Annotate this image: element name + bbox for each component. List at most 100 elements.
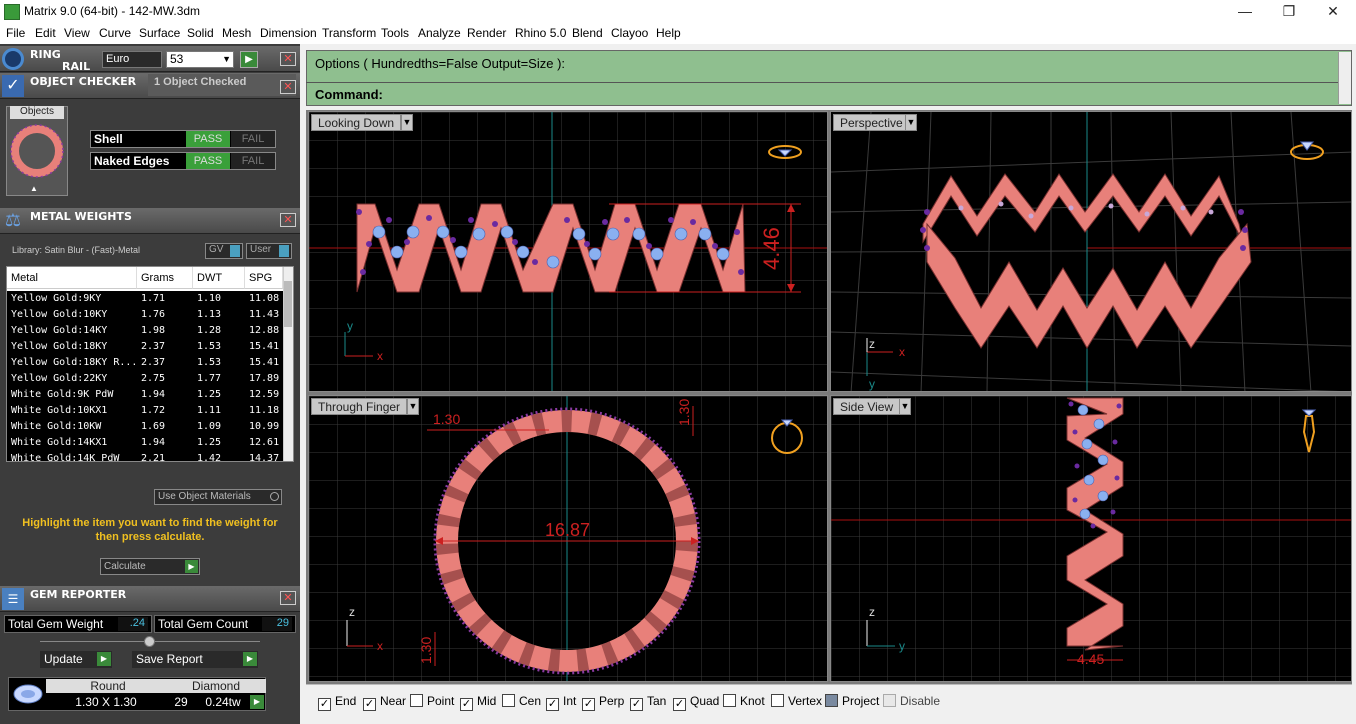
table-row[interactable]: White Gold:9K PdW 1.94 1.25 12.59 bbox=[7, 387, 283, 403]
chevron-down-icon[interactable]: ▼ bbox=[407, 398, 419, 415]
table-row[interactable]: White Gold:14KX1 1.94 1.25 12.61 bbox=[7, 435, 283, 451]
osnap-perp[interactable]: ✓ Perp bbox=[582, 694, 624, 711]
metal-weights-close-icon[interactable]: ✕ bbox=[280, 213, 296, 227]
perspective-canvas[interactable]: z y x bbox=[831, 112, 1352, 392]
viewport-perspective[interactable]: z y x Perspective ▼ bbox=[830, 111, 1352, 392]
table-row[interactable]: Yellow Gold:22KY 2.75 1.77 17.89 bbox=[7, 371, 283, 387]
checkbox-disable[interactable] bbox=[883, 694, 896, 707]
checkbox-tan[interactable]: ✓ bbox=[630, 698, 643, 711]
viewport-label-looking-down[interactable]: Looking Down bbox=[311, 114, 402, 131]
osnap-quad-label: Quad bbox=[690, 694, 720, 708]
viewport-label-side-view[interactable]: Side View bbox=[833, 398, 901, 415]
checkbox-mid[interactable]: ✓ bbox=[460, 698, 473, 711]
column-header-grams[interactable]: Grams bbox=[137, 267, 193, 289]
checkbox-quad[interactable]: ✓ bbox=[673, 698, 686, 711]
menu-analyze[interactable]: Analyze bbox=[418, 26, 461, 40]
gem-reporter-close-icon[interactable]: ✕ bbox=[280, 591, 296, 605]
side-view-canvas[interactable]: 4.45 z y bbox=[831, 396, 1352, 682]
ring-size-select[interactable]: 53 ▼ bbox=[166, 51, 234, 68]
checkbox-point[interactable] bbox=[410, 694, 423, 707]
checkbox-project[interactable] bbox=[825, 694, 838, 707]
table-cell-dwt: 1.53 bbox=[197, 357, 222, 368]
osnap-tan[interactable]: ✓ Tan bbox=[630, 694, 666, 711]
column-header-dwt[interactable]: DWT bbox=[193, 267, 245, 289]
size-system-select[interactable]: Euro bbox=[102, 51, 162, 68]
ring-rail-go-button[interactable]: ▶ bbox=[240, 51, 258, 68]
gv-toggle[interactable]: GV bbox=[205, 243, 243, 259]
command-scrollbar[interactable] bbox=[1338, 52, 1351, 104]
checkbox-perp[interactable]: ✓ bbox=[582, 698, 595, 711]
object-checker-close-icon[interactable]: ✕ bbox=[280, 80, 296, 94]
ring-thumbnail-icon[interactable] bbox=[8, 122, 66, 180]
table-row[interactable]: Yellow Gold:9KY 1.71 1.10 11.08 bbox=[7, 291, 283, 307]
table-row[interactable]: White Gold:10KW 1.69 1.09 10.99 bbox=[7, 419, 283, 435]
menu-transform[interactable]: Transform bbox=[322, 26, 376, 40]
osnap-near[interactable]: ✓ Near bbox=[363, 694, 406, 711]
checkbox-near[interactable]: ✓ bbox=[363, 698, 376, 711]
command-input[interactable] bbox=[390, 85, 1330, 103]
menu-rhino[interactable]: Rhino 5.0 bbox=[515, 26, 566, 40]
scrollbar-thumb[interactable] bbox=[284, 281, 292, 327]
osnap-disable[interactable]: Disable bbox=[883, 694, 940, 708]
table-row[interactable]: White Gold:10KX1 1.72 1.11 11.18 bbox=[7, 403, 283, 419]
chevron-down-icon[interactable]: ▼ bbox=[905, 114, 917, 131]
menu-tools[interactable]: Tools bbox=[381, 26, 409, 40]
looking-down-canvas[interactable]: 4.46 y x bbox=[309, 112, 828, 392]
chevron-down-icon[interactable]: ▼ bbox=[401, 114, 413, 131]
viewport-through-finger[interactable]: 16.87 1.30 1.30 1.30 z x Through Finger … bbox=[308, 395, 828, 682]
checkbox-vertex[interactable] bbox=[771, 694, 784, 707]
osnap-point[interactable]: Point bbox=[410, 694, 454, 708]
osnap-vertex[interactable]: Vertex bbox=[771, 694, 822, 708]
menu-file[interactable]: File bbox=[6, 26, 25, 40]
menu-dimension[interactable]: Dimension bbox=[260, 26, 317, 40]
osnap-knot[interactable]: Knot bbox=[723, 694, 765, 708]
osnap-project[interactable]: Project bbox=[825, 694, 879, 708]
menu-surface[interactable]: Surface bbox=[139, 26, 180, 40]
use-object-materials-toggle[interactable]: Use Object Materials bbox=[154, 489, 282, 505]
menu-blend[interactable]: Blend bbox=[572, 26, 603, 40]
osnap-end[interactable]: ✓ End bbox=[318, 694, 356, 711]
menu-clayoo[interactable]: Clayoo bbox=[611, 26, 648, 40]
column-header-metal[interactable]: Metal bbox=[7, 267, 137, 289]
viewport-side-view[interactable]: 4.45 z y Side View ▼ bbox=[830, 395, 1352, 682]
table-row[interactable]: Yellow Gold:18KY R... 2.37 1.53 15.41 bbox=[7, 355, 283, 371]
ring-rail-close-icon[interactable]: ✕ bbox=[280, 52, 296, 66]
menu-render[interactable]: Render bbox=[467, 26, 506, 40]
user-toggle[interactable]: User bbox=[246, 243, 292, 259]
checkbox-knot[interactable] bbox=[723, 694, 736, 707]
slider-handle[interactable] bbox=[144, 636, 155, 647]
close-button[interactable]: ✕ bbox=[1310, 0, 1356, 24]
menu-help[interactable]: Help bbox=[656, 26, 681, 40]
checkbox-end[interactable]: ✓ bbox=[318, 698, 331, 711]
menu-solid[interactable]: Solid bbox=[187, 26, 214, 40]
osnap-cen[interactable]: Cen bbox=[502, 694, 541, 708]
viewport-label-perspective[interactable]: Perspective bbox=[833, 114, 910, 131]
expand-arrow-icon[interactable]: ▲ bbox=[30, 184, 38, 193]
menu-view[interactable]: View bbox=[64, 26, 90, 40]
save-report-button[interactable]: Save Report ▶ bbox=[132, 651, 258, 668]
viewport-label-through-finger[interactable]: Through Finger bbox=[311, 398, 408, 415]
table-row[interactable]: Yellow Gold:10KY 1.76 1.13 11.43 bbox=[7, 307, 283, 323]
menu-curve[interactable]: Curve bbox=[99, 26, 131, 40]
column-header-spg[interactable]: SPG bbox=[245, 267, 283, 289]
menu-edit[interactable]: Edit bbox=[35, 26, 56, 40]
chevron-down-icon[interactable]: ▼ bbox=[899, 398, 911, 415]
osnap-quad[interactable]: ✓ Quad bbox=[673, 694, 719, 711]
play-icon[interactable]: ▶ bbox=[250, 695, 264, 709]
maximize-button[interactable]: ❐ bbox=[1266, 0, 1312, 24]
shell-pass-badge: PASS bbox=[186, 131, 230, 147]
minimize-button[interactable]: — bbox=[1222, 0, 1268, 24]
menu-mesh[interactable]: Mesh bbox=[222, 26, 251, 40]
through-finger-canvas[interactable]: 16.87 1.30 1.30 1.30 z x bbox=[309, 396, 828, 682]
update-button[interactable]: Update ▶ bbox=[40, 651, 112, 668]
table-cell-metal: Yellow Gold:18KY bbox=[11, 341, 108, 352]
calculate-button[interactable]: Calculate ▶ bbox=[100, 558, 200, 575]
table-row[interactable]: Yellow Gold:14KY 1.98 1.28 12.88 bbox=[7, 323, 283, 339]
checkbox-cen[interactable] bbox=[502, 694, 515, 707]
viewport-looking-down[interactable]: 4.46 y x Looking Down ▼ bbox=[308, 111, 828, 392]
osnap-mid[interactable]: ✓ Mid bbox=[460, 694, 496, 711]
table-row[interactable]: White Gold:14K PdW 2.21 1.42 14.37 bbox=[7, 451, 283, 461]
checkbox-int[interactable]: ✓ bbox=[546, 698, 559, 711]
table-row[interactable]: Yellow Gold:18KY 2.37 1.53 15.41 bbox=[7, 339, 283, 355]
osnap-int[interactable]: ✓ Int bbox=[546, 694, 576, 711]
